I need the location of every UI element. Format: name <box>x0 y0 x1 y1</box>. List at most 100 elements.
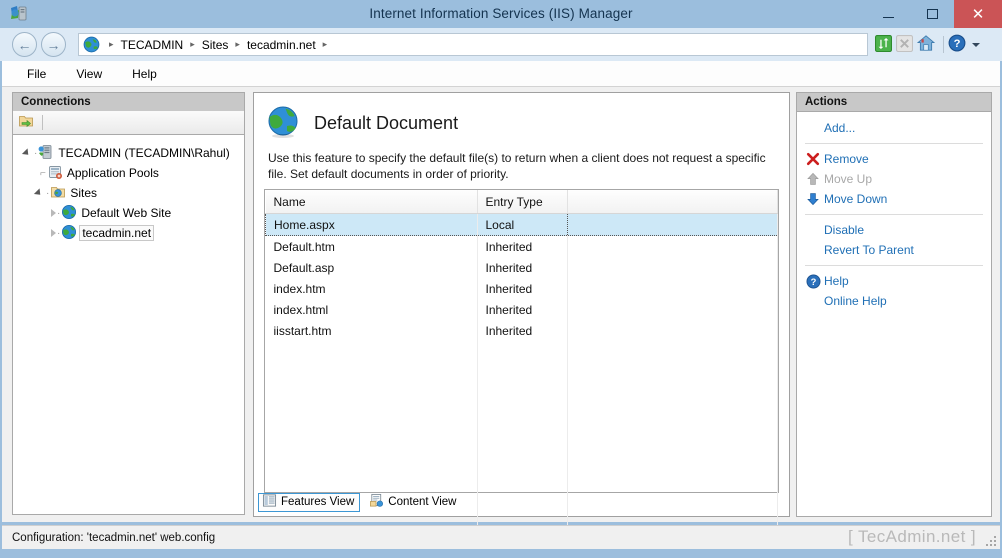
tree-item-label: TECADMIN (TECADMIN\Rahul) <box>58 146 230 160</box>
cell-entry-type: Inherited <box>477 278 568 299</box>
action-help[interactable]: ? Help <box>797 271 991 291</box>
breadcrumb-item-server[interactable]: TECADMIN <box>121 38 184 52</box>
table-row[interactable]: Default.htm Inherited <box>265 235 778 257</box>
expander-open-icon[interactable] <box>33 189 45 197</box>
tree-item-default-web-site[interactable]: · Default Web Site <box>13 203 244 223</box>
move-down-arrow-icon <box>802 192 824 206</box>
action-add[interactable]: Add... <box>797 118 991 138</box>
breadcrumb-item-sites[interactable]: Sites <box>202 38 229 52</box>
window-controls: ✕ <box>866 0 1002 28</box>
resize-grip[interactable] <box>983 533 996 546</box>
window-title: Internet Information Services (IIS) Mana… <box>369 6 633 21</box>
app-pools-icon <box>47 164 63 183</box>
page-title: Default Document <box>314 113 459 133</box>
action-remove[interactable]: Remove <box>797 149 991 169</box>
action-label: Revert To Parent <box>824 243 914 257</box>
address-bar-icons: ? <box>875 34 984 55</box>
view-tabs: Features View Content View <box>258 492 462 512</box>
actions-pane: Actions Add... Remove Move Up Move Down … <box>796 92 992 517</box>
features-view-icon <box>262 493 277 511</box>
remove-x-icon <box>802 152 824 166</box>
table-row[interactable]: iisstart.htm Inherited <box>265 320 778 341</box>
connections-header: Connections <box>12 92 245 111</box>
default-documents-table: Name Entry Type Home.aspx Local Default. <box>265 190 778 529</box>
action-move-up: Move Up <box>797 169 991 189</box>
action-label: Add... <box>824 121 856 135</box>
expander-collapsed-icon[interactable] <box>51 229 56 237</box>
table-row[interactable]: index.html Inherited <box>265 299 778 320</box>
cell-entry-type: Inherited <box>477 235 568 257</box>
cell-filler <box>567 257 778 278</box>
table-row[interactable]: index.htm Inherited <box>265 278 778 299</box>
chevron-down-icon[interactable] <box>972 42 980 47</box>
actions-header: Actions <box>796 92 992 111</box>
actions-list: Add... Remove Move Up Move Down Disable … <box>796 111 992 517</box>
column-header-name[interactable]: Name <box>265 190 478 214</box>
breadcrumb-item-site[interactable]: tecadmin.net <box>247 38 316 52</box>
cell-name: Home.aspx <box>265 213 478 236</box>
status-bar: Configuration: 'tecadmin.net' web.config… <box>2 525 1000 549</box>
table-row[interactable]: Default.asp Inherited <box>265 257 778 278</box>
cell-entry-type: Local <box>477 213 568 236</box>
default-documents-list[interactable]: Name Entry Type Home.aspx Local Default. <box>264 189 779 529</box>
tree-item-server[interactable]: · TECADMIN (TECADMIN\Rahul) <box>13 143 244 163</box>
tree-item-label: Default Web Site <box>81 206 172 220</box>
tree-connector: · <box>46 187 50 199</box>
help-icon[interactable]: ? <box>948 34 966 55</box>
column-header-entry-type[interactable]: Entry Type <box>477 190 568 214</box>
window-border-bottom <box>0 549 1002 558</box>
cell-entry-type: Inherited <box>477 257 568 278</box>
close-button[interactable]: ✕ <box>954 0 1002 28</box>
cell-name: Default.asp <box>265 257 478 278</box>
tree-item-tecadmin-net[interactable]: · tecadmin.net <box>13 223 244 243</box>
tree-item-sites[interactable]: · Sites <box>13 183 244 203</box>
menu-file[interactable]: File <box>16 64 57 84</box>
refresh-icon[interactable] <box>875 34 892 55</box>
globe-icon <box>83 36 100 53</box>
tab-content-view[interactable]: Content View <box>366 493 461 512</box>
tab-label: Content View <box>388 496 457 508</box>
action-label: Move Up <box>824 172 873 186</box>
cell-name: iisstart.htm <box>265 320 478 341</box>
back-button[interactable]: ← <box>12 32 37 57</box>
forward-button[interactable]: → <box>41 32 66 57</box>
column-header-filler <box>567 190 778 214</box>
cell-filler <box>567 235 778 257</box>
table-row[interactable]: Home.aspx Local <box>265 213 778 236</box>
server-icon <box>38 144 54 163</box>
action-move-down[interactable]: Move Down <box>797 189 991 209</box>
connect-to-server-icon[interactable] <box>18 113 34 132</box>
actions-divider <box>805 214 983 215</box>
home-icon[interactable] <box>916 34 936 55</box>
watermark: [ TecAdmin.net ] <box>848 527 976 546</box>
action-online-help[interactable]: Online Help <box>797 291 991 311</box>
action-label: Online Help <box>824 294 887 308</box>
breadcrumb-separator: ▸ <box>322 39 328 49</box>
content-view-icon <box>369 493 384 511</box>
maximize-button[interactable] <box>910 0 954 28</box>
menu-view[interactable]: View <box>65 64 113 84</box>
expander-collapsed-icon[interactable] <box>51 209 56 217</box>
breadcrumb[interactable]: ▸ TECADMIN ▸ Sites ▸ tecadmin.net ▸ <box>78 33 868 56</box>
cell-filler <box>567 278 778 299</box>
minimize-button[interactable] <box>866 0 910 28</box>
sites-folder-icon <box>50 184 66 203</box>
cell-filler <box>567 299 778 320</box>
action-label: Remove <box>824 152 869 166</box>
breadcrumb-separator: ▸ <box>235 39 240 49</box>
tab-features-view[interactable]: Features View <box>258 492 361 512</box>
menu-help[interactable]: Help <box>121 64 168 84</box>
title-bar: Internet Information Services (IIS) Mana… <box>0 0 1002 28</box>
expander-open-icon[interactable] <box>21 149 33 157</box>
connections-tree[interactable]: · TECADMIN (TECADMIN\Rahul) ⌐ Applicatio… <box>12 134 245 515</box>
cell-entry-type: Inherited <box>477 299 568 320</box>
action-disable[interactable]: Disable <box>797 220 991 240</box>
connections-pane: Connections · TECADMIN (TECADMIN\Rahul) … <box>12 92 245 517</box>
actions-divider <box>805 265 983 266</box>
action-label: Move Down <box>824 192 888 206</box>
action-label: Help <box>824 274 849 288</box>
tree-connector: · <box>57 207 61 219</box>
tree-item-application-pools[interactable]: ⌐ Application Pools <box>13 163 244 183</box>
action-revert-to-parent[interactable]: Revert To Parent <box>797 240 991 260</box>
tree-connector: ⌐ <box>40 167 46 179</box>
